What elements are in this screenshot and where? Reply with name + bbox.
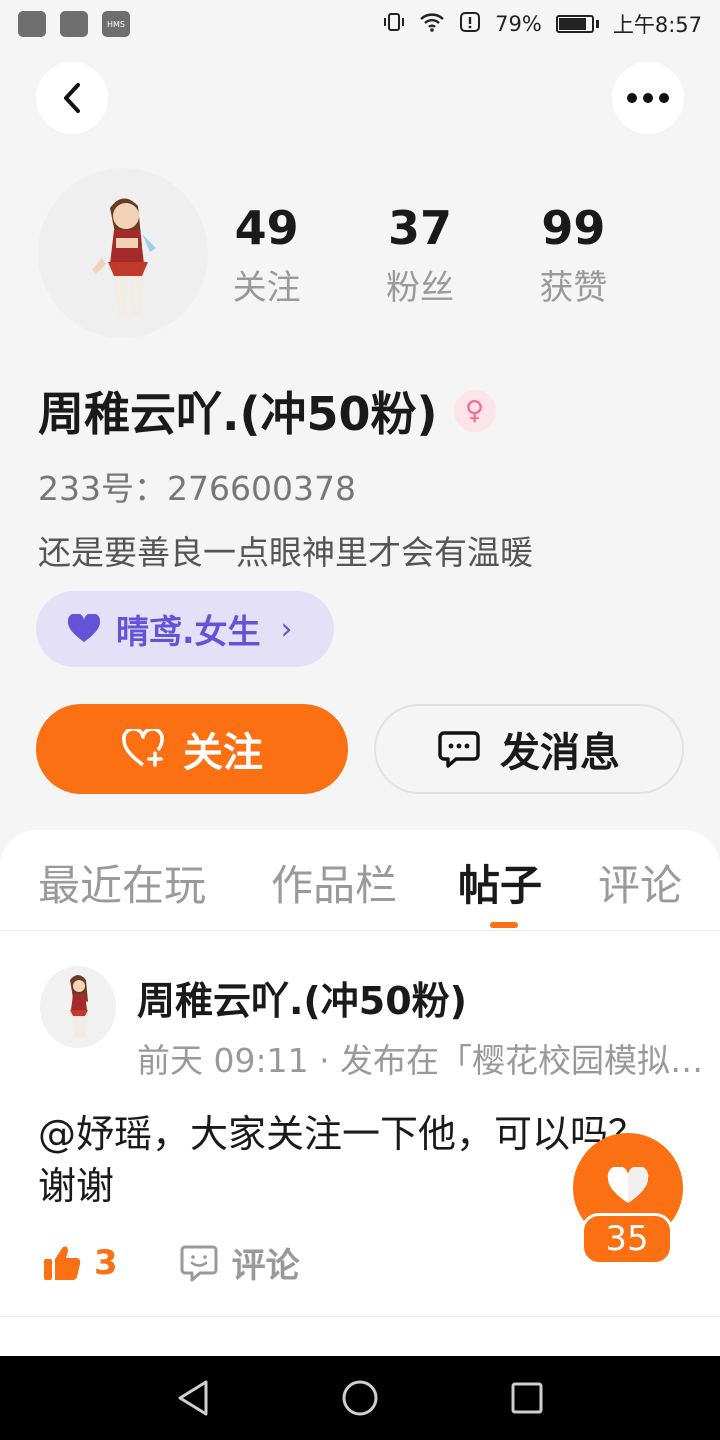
- stat-value: 99: [541, 201, 606, 255]
- post-divider: [0, 1316, 720, 1317]
- user-id: 233号：276600378: [38, 469, 356, 508]
- profile-tag-button[interactable]: 晴鸢.女生 ›: [36, 591, 334, 667]
- post-actions: 3 评论: [42, 1238, 300, 1287]
- tab-recently-played[interactable]: 最近在玩: [38, 852, 206, 913]
- more-options-button[interactable]: [612, 62, 684, 134]
- system-nav-bar: [0, 1356, 720, 1440]
- post-like-count: 3: [94, 1242, 118, 1283]
- message-button[interactable]: 发消息: [374, 704, 684, 794]
- follow-button[interactable]: 关注: [36, 704, 348, 794]
- heart-icon: [67, 614, 101, 642]
- profile-name: 周稚云吖.(冲50粉): [38, 387, 438, 441]
- tabs-divider: [0, 930, 720, 931]
- nav-back-icon[interactable]: [176, 1379, 210, 1417]
- gallery-notification-icon: [60, 11, 88, 37]
- stat-followers[interactable]: 37 粉丝: [343, 200, 496, 309]
- message-label: 发消息: [500, 730, 620, 776]
- profile-tag-label: 晴鸢.女生: [116, 612, 261, 651]
- stat-value: 37: [387, 201, 452, 255]
- stat-following[interactable]: 49 关注: [190, 200, 343, 309]
- profile-tabs: 最近在玩 作品栏 帖子 评论: [0, 852, 720, 928]
- avatar-character-image: [92, 198, 156, 316]
- post-meta: 前天 09:11 · 发布在「樱花校园模拟器」: [137, 1041, 717, 1080]
- tab-posts[interactable]: 帖子: [458, 852, 542, 913]
- app-notification-icon: [18, 11, 46, 37]
- post-comment-button[interactable]: 评论: [180, 1238, 300, 1287]
- profile-stats: 49 关注 37 粉丝 99 获赞: [190, 200, 650, 309]
- more-dots-icon: [627, 93, 669, 103]
- active-tab-indicator: [490, 922, 518, 928]
- status-bar: HMS 79% 上午8:57: [0, 0, 720, 48]
- floating-like-count: 35: [581, 1213, 673, 1265]
- chevron-left-icon: [64, 83, 80, 113]
- post-comment-label: 评论: [231, 1246, 300, 1286]
- stat-label: 关注: [232, 268, 301, 308]
- stat-label: 获赞: [539, 268, 608, 308]
- wifi-icon: [419, 11, 445, 38]
- chat-bubble-icon: [438, 731, 480, 768]
- alert-icon: [459, 11, 481, 38]
- back-button[interactable]: [36, 62, 108, 134]
- battery-icon: [555, 15, 599, 33]
- stat-value: 49: [234, 201, 299, 255]
- post-like-button[interactable]: 3: [42, 1243, 118, 1283]
- vibrate-icon: [383, 11, 405, 38]
- female-gender-icon: ♀: [453, 390, 496, 432]
- heart-icon: [607, 1167, 649, 1203]
- comment-smile-icon: [180, 1245, 218, 1281]
- battery-percent: 79%: [495, 12, 542, 36]
- tab-works[interactable]: 作品栏: [271, 852, 397, 913]
- post-content[interactable]: @妤瑶，大家关注一下他，可以吗？谢谢: [38, 1108, 658, 1212]
- avatar-character-image: [70, 975, 88, 1038]
- stat-likes[interactable]: 99 获赞: [497, 200, 650, 309]
- tab-comments[interactable]: 评论: [598, 852, 682, 913]
- chevron-right-icon: ›: [280, 611, 293, 647]
- heart-plus-icon: [122, 729, 164, 767]
- nav-home-icon[interactable]: [341, 1379, 379, 1417]
- nav-recents-icon[interactable]: [510, 1381, 544, 1415]
- post-author-name[interactable]: 周稚云吖.(冲50粉): [137, 970, 467, 1025]
- avatar[interactable]: [38, 168, 208, 338]
- profile-bio: 还是要善良一点眼神里才会有温暖: [38, 533, 533, 572]
- post-author-avatar[interactable]: [40, 966, 116, 1048]
- content-panel: 最近在玩 作品栏 帖子 评论 周稚云吖.(冲50粉) 前天 09:11 · 发布…: [0, 830, 720, 1356]
- stat-label: 粉丝: [385, 268, 454, 308]
- profile-name-row: 周稚云吖.(冲50粉) ♀: [38, 378, 496, 444]
- follow-label: 关注: [183, 730, 263, 776]
- clock: 上午8:57: [612, 13, 702, 37]
- thumbs-up-icon: [44, 1246, 81, 1280]
- hms-notification-icon: HMS: [102, 11, 130, 37]
